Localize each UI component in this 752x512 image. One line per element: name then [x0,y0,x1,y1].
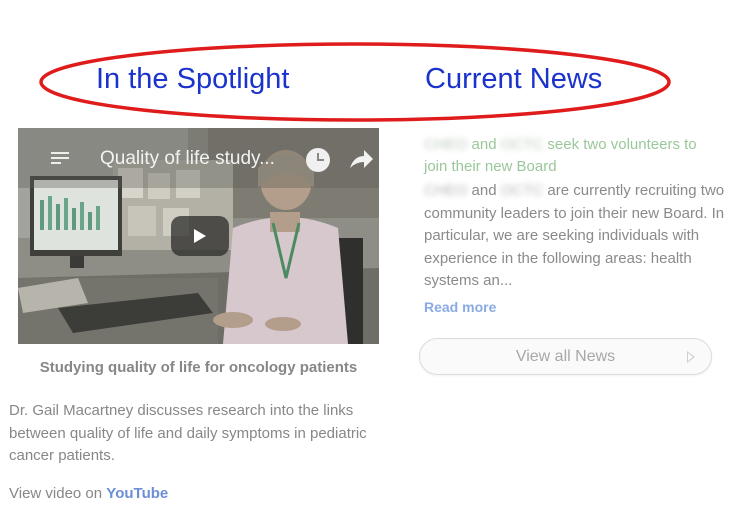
org-name-2: OCTC [500,136,544,153]
view-all-news-label: View all News [515,348,616,365]
org-name-1: CHEO [424,136,468,153]
read-more-link[interactable]: Read more [424,299,496,315]
playlist-icon[interactable] [51,152,69,166]
org-name-1: CHEO [424,182,468,199]
view-video-line: View video on YouTube [9,485,168,502]
org-name-2: OCTC [500,182,544,199]
spotlight-heading[interactable]: In the Spotlight [96,63,289,96]
news-body-and: and [467,182,501,199]
current-news-heading[interactable]: Current News [425,63,602,96]
video-caption: Studying quality of life for oncology pa… [39,359,358,376]
news-item-body: CHEO and OCTC are currently recruiting t… [424,180,729,293]
video-description: Dr. Gail Macartney discusses research in… [9,402,367,464]
view-video-prefix: View video on [9,485,107,502]
video-thumbnail[interactable]: Quality of life study... [18,128,379,344]
play-icon[interactable] [171,216,229,256]
video-title[interactable]: Quality of life study... [100,148,275,170]
watch-later-icon[interactable] [306,148,330,172]
share-icon[interactable] [348,148,374,170]
arrow-right-icon [687,351,695,363]
news-title-and: and [467,136,501,153]
youtube-link[interactable]: YouTube [106,485,168,502]
view-all-news-button[interactable]: View all News [419,338,712,375]
news-item-title[interactable]: CHEO and OCTC seek two volunteers to joi… [424,134,724,178]
